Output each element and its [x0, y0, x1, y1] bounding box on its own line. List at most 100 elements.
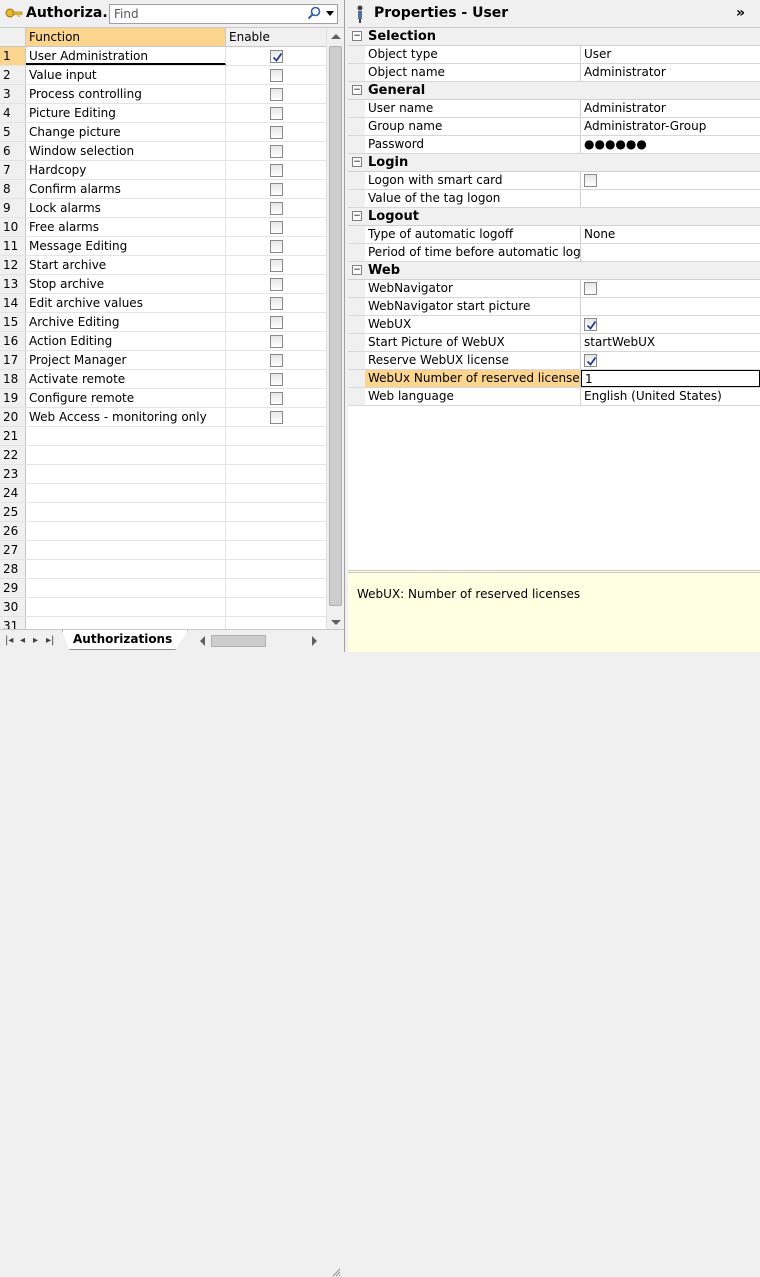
table-row[interactable]: 29 — [0, 579, 326, 598]
function-cell[interactable] — [26, 579, 226, 597]
function-cell[interactable]: Free alarms — [26, 218, 226, 236]
enable-checkbox[interactable] — [270, 126, 283, 139]
enable-cell[interactable] — [226, 465, 326, 483]
prev-sheet-icon[interactable]: ◂ — [20, 636, 30, 646]
collapse-toggle-icon[interactable]: − — [352, 211, 362, 221]
table-row[interactable]: 30 — [0, 598, 326, 617]
table-row[interactable]: 12 Start archive — [0, 256, 326, 275]
property-row-object-name[interactable]: Object name Administrator — [348, 64, 760, 82]
property-row-web-language[interactable]: Web language English (United States) — [348, 388, 760, 406]
logon-with-smart-card-checkbox[interactable] — [584, 174, 597, 187]
magnifier-icon[interactable] — [307, 6, 321, 20]
function-cell[interactable]: Change picture — [26, 123, 226, 141]
property-key[interactable]: WebNavigator — [365, 280, 581, 297]
property-value[interactable]: None — [581, 226, 760, 243]
table-row[interactable]: 14 Edit archive values — [0, 294, 326, 313]
enable-cell[interactable] — [226, 579, 326, 597]
row-number[interactable]: 7 — [0, 161, 26, 179]
property-row-webux-number-of-reserved-licenses[interactable]: WebUx Number of reserved licenses 1 — [348, 370, 760, 388]
property-row-webnavigator[interactable]: WebNavigator — [348, 280, 760, 298]
function-cell[interactable]: Process controlling — [26, 85, 226, 103]
property-key[interactable]: WebNavigator start picture — [365, 298, 581, 315]
row-number[interactable]: 17 — [0, 351, 26, 369]
row-number[interactable]: 29 — [0, 579, 26, 597]
function-cell[interactable] — [26, 484, 226, 502]
property-key[interactable]: Period of time before automatic logoff — [365, 244, 581, 261]
row-number[interactable]: 22 — [0, 446, 26, 464]
enable-column-header[interactable]: Enable — [226, 28, 326, 46]
function-cell[interactable] — [26, 503, 226, 521]
function-cell[interactable]: Lock alarms — [26, 199, 226, 217]
table-row[interactable]: 7 Hardcopy — [0, 161, 326, 180]
function-cell[interactable]: Window selection — [26, 142, 226, 160]
enable-checkbox[interactable] — [270, 145, 283, 158]
enable-checkbox[interactable] — [270, 88, 283, 101]
webux-checkbox[interactable] — [584, 318, 597, 331]
row-number[interactable]: 3 — [0, 85, 26, 103]
section-logout[interactable]: − Logout — [348, 208, 760, 226]
property-key[interactable]: WebUx Number of reserved licenses — [365, 370, 581, 387]
row-number[interactable]: 6 — [0, 142, 26, 160]
enable-cell[interactable] — [226, 237, 326, 255]
table-row[interactable]: 13 Stop archive — [0, 275, 326, 294]
function-cell[interactable]: Message Editing — [26, 237, 226, 255]
section-web[interactable]: − Web — [348, 262, 760, 280]
enable-checkbox[interactable] — [270, 221, 283, 234]
collapse-toggle-icon[interactable]: − — [352, 265, 362, 275]
property-value[interactable]: Administrator-Group — [581, 118, 760, 135]
table-row[interactable]: 6 Window selection — [0, 142, 326, 161]
table-row[interactable]: 26 — [0, 522, 326, 541]
property-key[interactable]: User name — [365, 100, 581, 117]
enable-checkbox[interactable] — [270, 392, 283, 405]
function-cell[interactable] — [26, 598, 226, 616]
row-number[interactable]: 10 — [0, 218, 26, 236]
property-value[interactable] — [581, 244, 760, 261]
function-cell[interactable]: Value input — [26, 66, 226, 84]
property-key[interactable]: Logon with smart card — [365, 172, 581, 189]
first-sheet-icon[interactable]: |◂ — [5, 636, 15, 646]
reserve-webux-license-checkbox[interactable] — [584, 354, 597, 367]
enable-cell[interactable] — [226, 560, 326, 578]
property-row-logon-with-smart-card[interactable]: Logon with smart card — [348, 172, 760, 190]
section-login[interactable]: − Login — [348, 154, 760, 172]
table-row[interactable]: 27 — [0, 541, 326, 560]
property-value[interactable]: Administrator — [581, 100, 760, 117]
enable-checkbox[interactable] — [270, 164, 283, 177]
collapse-toggle-icon[interactable]: − — [352, 31, 362, 41]
row-number[interactable]: 8 — [0, 180, 26, 198]
table-row[interactable]: 3 Process controlling — [0, 85, 326, 104]
property-value[interactable] — [581, 352, 760, 369]
row-number[interactable]: 16 — [0, 332, 26, 350]
last-sheet-icon[interactable]: ▸| — [46, 636, 56, 646]
scroll-down-icon[interactable] — [331, 620, 341, 625]
property-row-value-of-the-tag-logon[interactable]: Value of the tag logon — [348, 190, 760, 208]
enable-cell[interactable] — [226, 180, 326, 198]
enable-cell[interactable] — [226, 161, 326, 179]
function-cell[interactable] — [26, 465, 226, 483]
resize-grip-icon[interactable] — [331, 1267, 341, 1277]
enable-cell[interactable] — [226, 199, 326, 217]
enable-cell[interactable] — [226, 218, 326, 236]
row-number[interactable]: 21 — [0, 427, 26, 445]
row-number[interactable]: 23 — [0, 465, 26, 483]
scroll-left-icon[interactable] — [200, 636, 205, 646]
row-number[interactable]: 18 — [0, 370, 26, 388]
enable-cell[interactable] — [226, 294, 326, 312]
property-row-start-picture-of-webux[interactable]: Start Picture of WebUX startWebUX — [348, 334, 760, 352]
row-number[interactable]: 15 — [0, 313, 26, 331]
row-number[interactable]: 24 — [0, 484, 26, 502]
property-row-group-name[interactable]: Group name Administrator-Group — [348, 118, 760, 136]
table-row[interactable]: 23 — [0, 465, 326, 484]
section-selection[interactable]: − Selection — [348, 28, 760, 46]
table-row[interactable]: 15 Archive Editing — [0, 313, 326, 332]
enable-checkbox[interactable] — [270, 107, 283, 120]
enable-cell[interactable] — [226, 446, 326, 464]
property-value[interactable]: Administrator — [581, 64, 760, 81]
row-number[interactable]: 26 — [0, 522, 26, 540]
function-cell[interactable]: Archive Editing — [26, 313, 226, 331]
property-row-password[interactable]: Password ●●●●●● — [348, 136, 760, 154]
enable-cell[interactable] — [226, 522, 326, 540]
enable-cell[interactable] — [226, 351, 326, 369]
table-row[interactable]: 11 Message Editing — [0, 237, 326, 256]
row-number[interactable]: 12 — [0, 256, 26, 274]
